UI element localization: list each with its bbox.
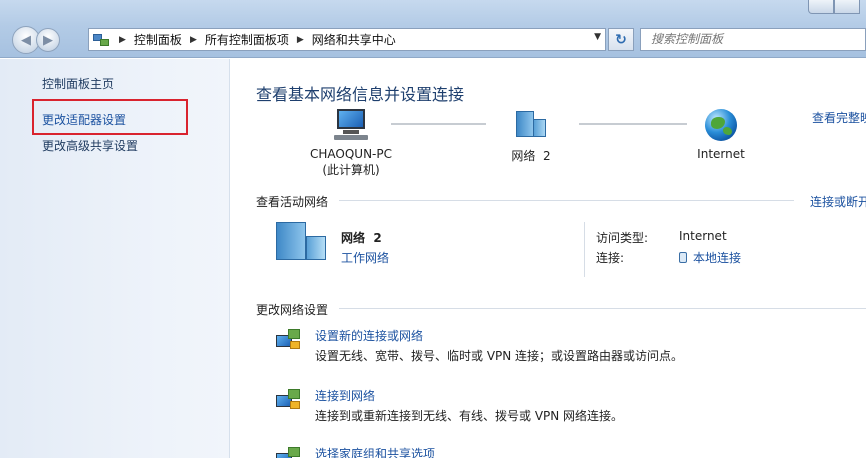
search-input[interactable] bbox=[651, 32, 851, 46]
window-chrome: ◀ ▶ ▶ 控制面板 ▶ 所有控制面板项 ▶ 网络和共享中心 ▼ ↻ bbox=[0, 0, 866, 58]
computer-icon bbox=[334, 109, 368, 141]
map-connector-line bbox=[579, 123, 687, 125]
map-connector-line bbox=[391, 123, 486, 125]
breadcrumb-network-center[interactable]: 网络和共享中心 bbox=[312, 31, 396, 48]
active-networks-heading: 查看活动网络 bbox=[256, 195, 329, 209]
address-dropdown-icon[interactable]: ▼ bbox=[594, 32, 601, 42]
connect-to-network-desc: 连接到或重新连接到无线、有线、拨号或 VPN 网络连接。 bbox=[315, 409, 624, 423]
access-type-value: Internet bbox=[679, 229, 727, 243]
connect-to-network-link[interactable]: 连接到网络 bbox=[315, 387, 375, 404]
map-node-computer[interactable]: CHAOQUN-PC (此计算机) bbox=[301, 109, 401, 178]
local-connection-label: 本地连接 bbox=[693, 251, 742, 265]
forward-button[interactable]: ▶ bbox=[36, 28, 60, 52]
breadcrumb-chevron-icon[interactable]: ▶ bbox=[297, 35, 304, 45]
breadcrumb-chevron-icon[interactable]: ▶ bbox=[119, 35, 126, 45]
network-center-icon bbox=[93, 32, 111, 48]
homegroup-sharing-link[interactable]: 选择家庭组和共享选项 bbox=[315, 445, 435, 458]
network-type-link[interactable]: 工作网络 bbox=[341, 249, 389, 266]
nav-buttons: ◀ ▶ bbox=[12, 26, 60, 54]
globe-icon bbox=[705, 109, 737, 141]
maximize-button[interactable] bbox=[834, 0, 860, 14]
forward-arrow-icon: ▶ bbox=[43, 32, 53, 48]
change-advanced-sharing-link[interactable]: 更改高级共享设置 bbox=[42, 137, 138, 154]
control-panel-home-link[interactable]: 控制面板主页 bbox=[42, 75, 114, 92]
homegroup-icon bbox=[276, 447, 302, 458]
breadcrumb-control-panel[interactable]: 控制面板 bbox=[134, 31, 182, 48]
minimize-button[interactable] bbox=[808, 0, 834, 14]
refresh-button[interactable]: ↻ bbox=[608, 28, 634, 51]
work-network-icon bbox=[276, 222, 328, 262]
refresh-icon: ↻ bbox=[615, 31, 627, 48]
main-content: 查看基本网络信息并设置连接 查看完整映 CHAOQUN-PC (此计算机) 网络… bbox=[231, 59, 866, 458]
section-divider bbox=[339, 200, 794, 201]
computer-subtitle: (此计算机) bbox=[322, 163, 380, 177]
change-settings-heading: 更改网络设置 bbox=[256, 303, 329, 317]
connect-disconnect-link[interactable]: 连接或断开 bbox=[810, 193, 866, 210]
map-node-network[interactable]: 网络 2 bbox=[501, 109, 561, 164]
search-box[interactable] bbox=[640, 28, 866, 51]
page-title: 查看基本网络信息并设置连接 bbox=[256, 85, 465, 104]
internet-label: Internet bbox=[697, 147, 745, 161]
vertical-divider bbox=[584, 222, 585, 277]
back-arrow-icon: ◀ bbox=[21, 32, 31, 48]
local-connection-link[interactable]: 本地连接 bbox=[679, 249, 741, 266]
connections-label: 连接: bbox=[596, 251, 625, 265]
breadcrumb-chevron-icon[interactable]: ▶ bbox=[190, 35, 197, 45]
computer-name: CHAOQUN-PC bbox=[310, 147, 392, 161]
setup-new-connection-link[interactable]: 设置新的连接或网络 bbox=[315, 327, 423, 344]
setup-new-connection-desc: 设置无线、宽带、拨号、临时或 VPN 连接；或设置路由器或访问点。 bbox=[315, 349, 684, 363]
section-divider bbox=[339, 308, 866, 309]
view-full-map-link[interactable]: 查看完整映 bbox=[812, 109, 866, 126]
network-name: 网络 2 bbox=[511, 149, 551, 163]
map-node-internet[interactable]: Internet bbox=[681, 109, 761, 161]
active-network-name: 网络 2 bbox=[341, 231, 382, 245]
highlight-annotation bbox=[32, 99, 188, 135]
ethernet-icon bbox=[679, 252, 687, 263]
breadcrumb-all-items[interactable]: 所有控制面板项 bbox=[205, 31, 289, 48]
access-type-label: 访问类型: bbox=[596, 231, 649, 245]
window-controls bbox=[808, 0, 860, 14]
network-building-icon bbox=[514, 109, 548, 141]
connect-network-icon bbox=[276, 389, 302, 411]
setup-connection-icon bbox=[276, 329, 302, 351]
address-bar[interactable]: ▶ 控制面板 ▶ 所有控制面板项 ▶ 网络和共享中心 ▼ bbox=[88, 28, 606, 51]
